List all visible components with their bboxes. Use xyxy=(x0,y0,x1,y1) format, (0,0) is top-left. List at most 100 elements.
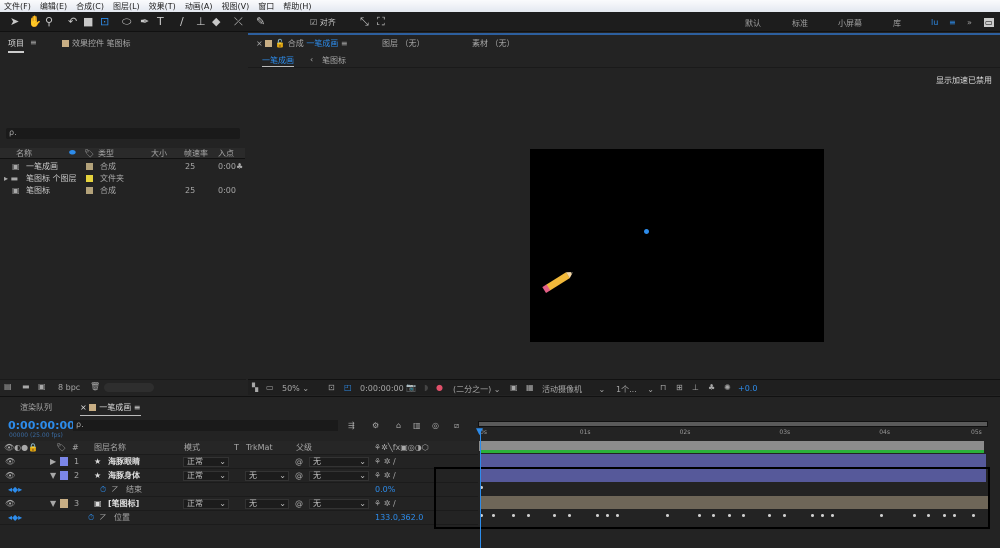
new-comp-icon[interactable]: ▣ xyxy=(38,382,46,391)
rotate-tool-icon[interactable]: ↶ xyxy=(68,15,77,28)
resolution-select[interactable]: (二分之一) ⌄ xyxy=(453,384,501,395)
property-value[interactable]: 133.0,362.0 xyxy=(375,513,423,522)
parent-pickwhip-icon[interactable]: @ xyxy=(295,471,303,480)
column-size[interactable]: 大小 xyxy=(151,148,167,159)
tab-timeline-comp[interactable]: × 一笔成画 ≡ xyxy=(80,402,141,416)
graph-icon[interactable]: ⦢ xyxy=(112,485,118,495)
exposure-value[interactable]: +0.0 xyxy=(738,384,757,393)
graph-icon[interactable]: ⦢ xyxy=(100,513,106,523)
project-search-input[interactable]: ρ. xyxy=(6,128,240,139)
region-of-interest-icon[interactable]: ▣ xyxy=(510,383,518,392)
delete-icon[interactable]: 🗑 xyxy=(90,382,100,391)
layer-row[interactable]: 👁 ▶ 1 ★ 海豚眼睛 正常 ⌄ @ 无 ⌄ ⚘ ✲ ∕ xyxy=(0,455,478,469)
tab-project[interactable]: 项目 xyxy=(8,38,24,53)
interpret-footage-icon[interactable]: ▤ xyxy=(4,382,12,391)
fast-previews-icon[interactable]: ⊓ xyxy=(660,383,666,392)
pencil-icon[interactable] xyxy=(538,269,578,295)
snap-checkbox[interactable]: ☑ 对齐 xyxy=(310,17,336,28)
mode-dropdown[interactable]: 正常 ⌄ xyxy=(183,499,229,509)
menu-item[interactable]: 窗口 xyxy=(258,1,274,12)
layer-switches-icons[interactable]: ⚘ ✲ ∕ xyxy=(374,471,396,480)
motion-blur-icon[interactable]: ◎ xyxy=(432,421,439,430)
graph-editor-icon[interactable]: ⧄ xyxy=(454,421,459,431)
bpc-button[interactable]: 8 bpc xyxy=(58,383,80,392)
menu-item[interactable]: 合成(C) xyxy=(76,1,104,12)
new-folder-icon[interactable]: ▬ xyxy=(22,382,30,391)
workspace-small-screen[interactable]: 小屏幕 xyxy=(838,18,862,29)
menu-item[interactable]: 帮助(H) xyxy=(283,1,311,12)
visibility-eye-icon[interactable]: 👁 xyxy=(5,471,15,480)
breadcrumb-main[interactable]: 一笔成画 xyxy=(262,55,294,67)
parent-dropdown[interactable]: 无 ⌄ xyxy=(309,471,369,481)
stopwatch-icon[interactable]: ⏱ xyxy=(88,513,94,523)
parent-pickwhip-icon[interactable]: @ xyxy=(295,499,303,508)
shy-layers-icon[interactable]: ⌂ xyxy=(396,421,401,430)
parent-dropdown[interactable]: 无 ⌄ xyxy=(309,499,369,509)
keyframe-navigator-icon[interactable]: ◂◆▸ xyxy=(8,513,22,522)
collapse-arrow-icon[interactable]: ▼ xyxy=(50,471,56,480)
transparency-grid-icon[interactable]: ▦ xyxy=(526,383,534,392)
show-snapshot-icon[interactable]: ◗ xyxy=(424,383,428,392)
trkmat-dropdown[interactable]: 无 ⌄ xyxy=(245,499,289,509)
safe-zones-icon[interactable]: ⊡ xyxy=(328,383,335,392)
snap-option-icon[interactable]: ⤡ xyxy=(360,15,369,29)
project-item[interactable]: ▸ ▬ 笔图标 个图层 文件夹 xyxy=(0,173,245,184)
visibility-eye-icon[interactable]: 👁 xyxy=(5,499,15,508)
puppet-pin-tool-icon[interactable]: ✎ xyxy=(256,15,265,28)
visibility-eye-icon[interactable]: 👁 xyxy=(5,457,15,466)
roto-brush-tool-icon[interactable]: ⤫ xyxy=(234,15,243,29)
trkmat-dropdown[interactable]: 无 ⌄ xyxy=(245,471,289,481)
label-color-icon[interactable] xyxy=(86,163,93,170)
layer-name[interactable]: [笔图标] xyxy=(108,498,139,509)
ellipse-tool-icon[interactable]: ⬭ xyxy=(122,15,131,29)
playhead-handle-icon[interactable]: ▼ xyxy=(476,427,483,437)
project-item[interactable]: ▣ 笔图标 合成 25 0:00 xyxy=(0,185,245,196)
workspace-menu-icon[interactable]: ≡ xyxy=(949,18,956,27)
sort-indicator-icon[interactable]: ⬬ xyxy=(69,148,76,158)
tab-composition[interactable]: × 🔓 合成 一笔成画 ≡ xyxy=(256,38,348,49)
selection-tool-icon[interactable]: ➤ xyxy=(10,15,19,28)
workspace-library[interactable]: 库 xyxy=(893,18,901,29)
menu-item[interactable]: 图层(L) xyxy=(113,1,140,12)
flowchart-icon[interactable]: ♣ xyxy=(236,162,243,171)
tab-effect-controls[interactable]: 效果控件 笔图标 xyxy=(62,38,131,49)
current-time[interactable]: 0:00:00:00 xyxy=(360,384,404,393)
layer-switches-icons[interactable]: ⚘ ✲ ∕ xyxy=(374,457,396,466)
menu-item[interactable]: 编辑(E) xyxy=(40,1,67,12)
property-row[interactable]: ◂◆▸ ⏱ ⦢ 位置 133.0,362.0 xyxy=(0,511,478,525)
exposure-reset-icon[interactable]: ✺ xyxy=(724,383,731,392)
timeline-current-time[interactable]: 0:00:00:00 xyxy=(8,419,75,432)
clone-stamp-tool-icon[interactable]: ⊥ xyxy=(196,15,206,28)
workspace-standard[interactable]: 标准 xyxy=(792,18,808,29)
column-fps[interactable]: 帧速率 xyxy=(184,148,208,159)
property-row[interactable]: ◂◆▸ ⏱ ⦢ 结束 0.0% xyxy=(0,483,478,497)
label-color-icon[interactable] xyxy=(86,175,93,182)
parent-dropdown[interactable]: 无 ⌄ xyxy=(309,457,369,467)
timeline-toggle-icon[interactable]: ⊞ xyxy=(676,383,683,392)
column-name[interactable]: 名称 xyxy=(16,148,32,159)
column-layer-name[interactable]: 图层名称 xyxy=(94,442,126,453)
pen-tool-icon[interactable]: ✒ xyxy=(140,15,149,28)
tab-layer[interactable]: 图层 （无） xyxy=(382,38,425,49)
menu-item[interactable]: 视图(V) xyxy=(222,1,250,12)
timeline-search-input[interactable]: ρ. xyxy=(73,420,338,431)
column-in[interactable]: 入点 xyxy=(218,148,234,159)
playhead[interactable] xyxy=(480,433,481,548)
lock-icon[interactable]: 🔓 xyxy=(275,39,285,48)
camera-tool-icon[interactable]: ■ xyxy=(83,15,93,28)
layer-row[interactable]: 👁 ▼ 2 ★ 海豚身体 正常 ⌄ 无 ⌄ @ 无 ⌄ ⚘ ✲ ∕ xyxy=(0,469,478,483)
menu-item[interactable]: 文件(F) xyxy=(4,1,31,12)
channel-icon[interactable]: ● xyxy=(436,383,443,392)
zoom-select[interactable]: 50% ⌄ xyxy=(282,384,309,393)
label-color-icon[interactable] xyxy=(86,187,93,194)
workspace-default[interactable]: 默认 xyxy=(745,18,761,29)
menu-item[interactable]: 效果(T) xyxy=(149,1,176,12)
mode-dropdown[interactable]: 正常 ⌄ xyxy=(183,471,229,481)
pan-behind-tool-icon[interactable]: ⊡ xyxy=(100,15,109,28)
snap-grid-icon[interactable]: ⛶ xyxy=(377,15,385,29)
search-help-icon[interactable]: ▭ xyxy=(984,18,994,27)
property-value[interactable]: 0.0% xyxy=(375,485,395,494)
hand-tool-icon[interactable]: ✋ xyxy=(28,15,42,28)
always-preview-icon[interactable]: ▚ xyxy=(252,383,258,392)
comp-mini-flowchart-icon[interactable]: ⇶ xyxy=(348,421,355,430)
